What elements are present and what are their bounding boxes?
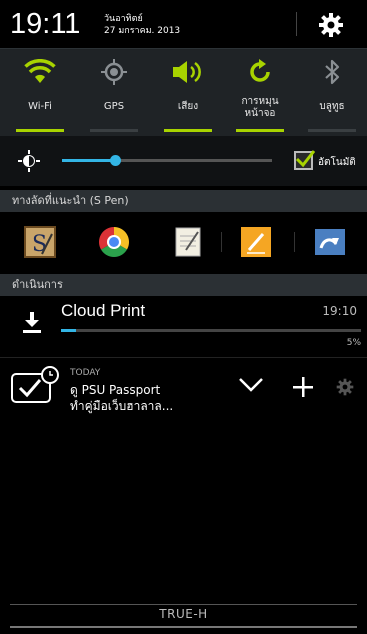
spen-shortcuts: S xyxy=(0,214,367,270)
toggle-label: บลูทูธ xyxy=(319,101,345,112)
pen-memo-icon xyxy=(241,227,271,257)
add-icon[interactable] xyxy=(292,376,314,398)
toggle-sound[interactable]: เสียง xyxy=(154,49,222,137)
svg-text:S: S xyxy=(32,232,47,257)
s-note-shortcut[interactable]: S xyxy=(24,226,56,258)
brightness-slider[interactable] xyxy=(62,155,272,166)
toggle-label: การหมุน หน้าจอ xyxy=(226,96,294,120)
ongoing-section-header: ดำเนินการ xyxy=(0,274,367,296)
chevron-down-icon[interactable] xyxy=(238,376,264,394)
day-label: วันอาทิตย์ xyxy=(104,14,143,24)
toggle-label: Wi-Fi xyxy=(28,101,52,112)
print-progress-text: 5% xyxy=(346,338,361,348)
toggle-bluetooth[interactable]: บลูทูธ xyxy=(298,49,366,137)
toggle-indicator xyxy=(90,129,138,132)
pen-memo-shortcut[interactable] xyxy=(240,226,272,258)
checkmark-icon xyxy=(295,150,315,168)
reminder-date-label: TODAY xyxy=(70,368,101,378)
gps-icon xyxy=(101,59,127,85)
header-divider xyxy=(296,12,297,36)
carrier-label: TRUE-H xyxy=(159,607,208,621)
toggle-gps[interactable]: GPS xyxy=(80,49,148,137)
s-note-icon: S xyxy=(24,226,56,258)
print-progress-bar xyxy=(61,329,361,332)
date-label: 27 มกราคม. 2013 xyxy=(104,26,181,36)
idea-sketch-icon xyxy=(315,229,345,255)
clock: 19:11 xyxy=(10,8,81,40)
reminder-notification[interactable]: TODAY ดู PSU Passport ทำคู่มือเว็บฮาลาล.… xyxy=(0,358,367,420)
toggle-label: เสียง xyxy=(177,101,199,112)
task-reminder-icon xyxy=(11,366,59,403)
settings-button[interactable] xyxy=(316,10,346,40)
toggle-label-line: การหมุน xyxy=(241,96,279,107)
auto-brightness-label: อัตโนมัติ xyxy=(318,157,356,168)
notification-header: 19:11 วันอาทิตย์ 27 มกราคม. 2013 xyxy=(0,0,367,48)
brightness-slider-fill xyxy=(62,159,115,162)
gear-icon[interactable] xyxy=(336,378,354,396)
toggle-rotation[interactable]: การหมุน หน้าจอ xyxy=(226,49,294,137)
toggle-indicator xyxy=(164,129,212,132)
toggle-indicator xyxy=(16,129,64,132)
wifi-icon xyxy=(24,59,56,83)
chrome-icon xyxy=(98,227,130,258)
toggle-indicator xyxy=(308,129,356,132)
auto-brightness-checkbox[interactable] xyxy=(294,150,315,170)
cloud-print-notification[interactable]: Cloud Print 19:10 5% xyxy=(0,296,367,354)
brightness-slider-thumb[interactable] xyxy=(109,155,121,166)
toggle-wifi[interactable]: Wi-Fi xyxy=(6,49,74,137)
chrome-shortcut[interactable] xyxy=(98,226,130,258)
drag-handle[interactable] xyxy=(10,626,357,628)
sound-icon xyxy=(173,61,201,83)
gear-icon xyxy=(319,13,343,37)
memo-icon xyxy=(175,227,201,257)
idea-sketch-shortcut[interactable] xyxy=(314,226,346,258)
brightness-icon xyxy=(18,150,40,172)
footer-divider xyxy=(10,604,357,605)
download-icon xyxy=(23,312,41,333)
quick-settings-panel: Wi-Fi GPS เสียง การหมุน หน้าจอ บลูทูธ xyxy=(0,48,367,136)
notification-time: 19:10 xyxy=(322,304,357,318)
reminder-subtitle: ทำคู่มือเว็บฮาลาล... xyxy=(70,399,174,413)
bluetooth-icon xyxy=(325,59,340,85)
notification-title: Cloud Print xyxy=(61,301,146,320)
notification-footer: TRUE-H xyxy=(0,598,367,634)
shortcut-divider xyxy=(221,232,222,252)
shortcut-divider xyxy=(294,232,295,252)
brightness-row: อัตโนมัติ xyxy=(0,136,367,186)
notification-empty-area xyxy=(0,420,367,598)
print-progress-fill xyxy=(61,329,76,332)
memo-shortcut[interactable] xyxy=(172,226,204,258)
toggle-label-line: หน้าจอ xyxy=(244,108,276,119)
shortcuts-section-header: ทางลัดที่แนะนำ (S Pen) xyxy=(0,190,367,212)
date-display: วันอาทิตย์ 27 มกราคม. 2013 xyxy=(104,13,180,37)
toggle-indicator xyxy=(236,129,284,132)
rotate-icon xyxy=(250,59,270,82)
toggle-label: GPS xyxy=(103,101,125,112)
